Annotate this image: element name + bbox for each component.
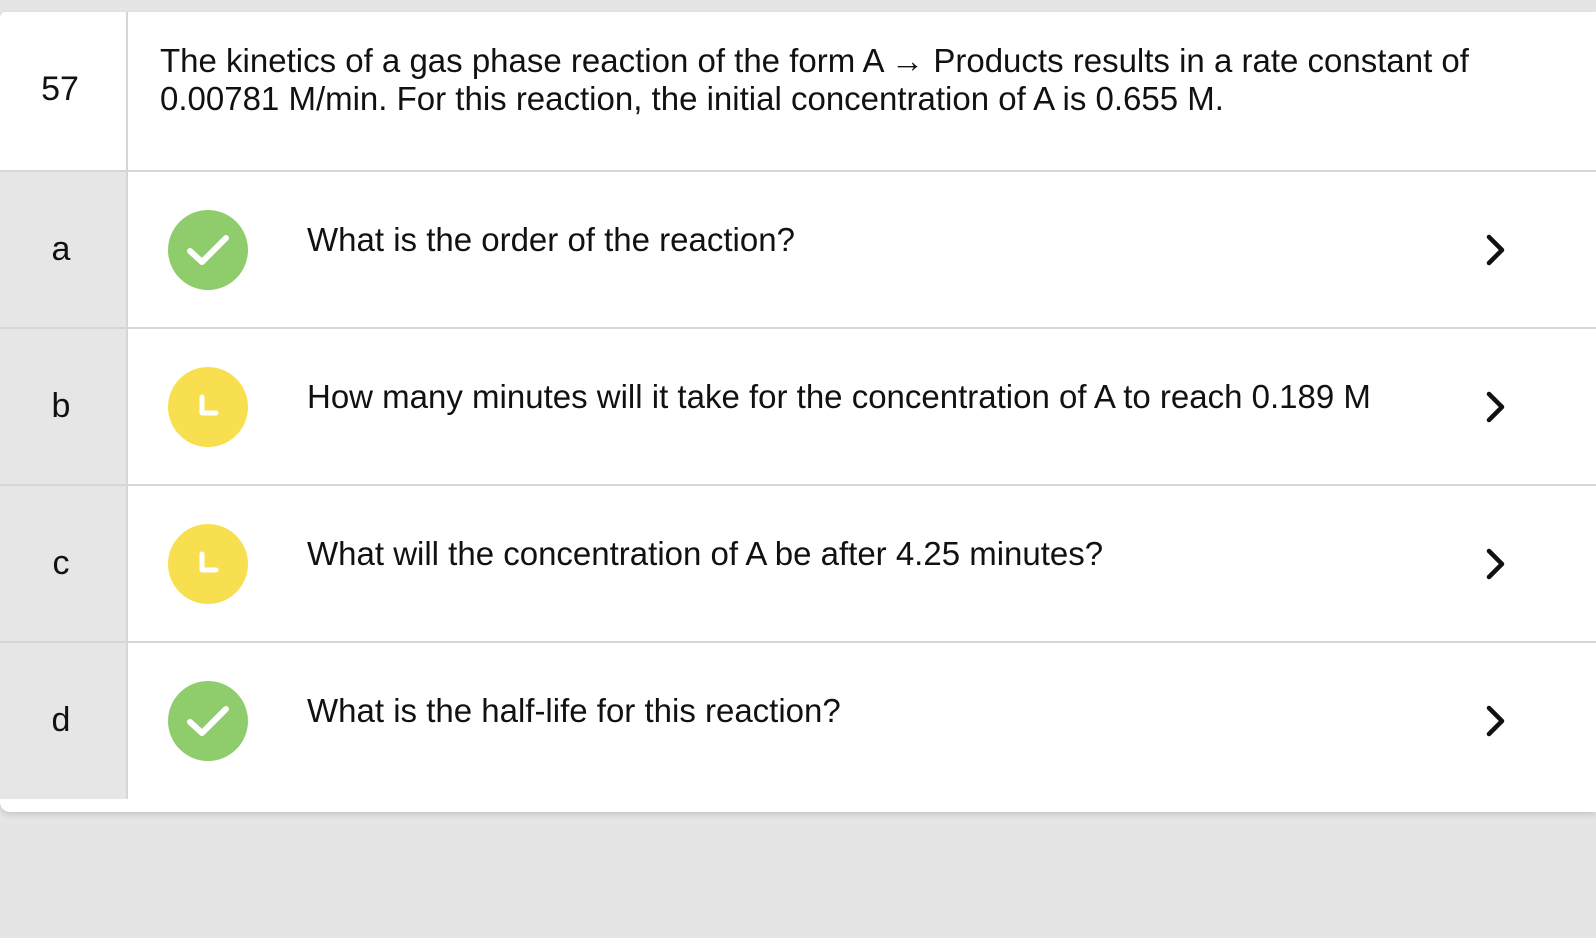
part-content: What is the order of the reaction? [128,172,1596,327]
chevron-right-icon[interactable] [1476,699,1516,743]
checkmark-icon [168,210,248,290]
part-question-text: How many minutes will it take for the co… [307,378,1371,415]
part-question-text: What is the half-life for this reaction? [307,692,841,729]
part-row-c[interactable]: c What will the concentration of A be af… [0,486,1596,643]
part-row-d[interactable]: d What is the half-life for this reactio… [0,643,1596,799]
clock-icon [168,367,248,447]
part-content: What will the concentration of A be afte… [128,486,1596,641]
question-card: 57 The kinetics of a gas phase reaction … [0,12,1596,812]
question-number: 57 [41,70,79,108]
part-letter: b [51,387,71,425]
checkmark-icon [168,681,248,761]
part-letter-cell: d [0,643,128,799]
part-row-b[interactable]: b How many minutes will it take for the … [0,329,1596,486]
question-number-cell: 57 [0,12,128,170]
question-header-row: 57 The kinetics of a gas phase reaction … [0,12,1596,172]
part-content: What is the half-life for this reaction? [128,643,1596,799]
chevron-right-icon[interactable] [1476,385,1516,429]
chevron-right-icon[interactable] [1476,542,1516,586]
chevron-right-icon[interactable] [1476,228,1516,272]
part-content: How many minutes will it take for the co… [128,329,1596,484]
part-letter: d [51,701,71,739]
clock-icon [168,524,248,604]
part-question-text: What is the order of the reaction? [307,221,795,258]
part-row-a[interactable]: a What is the order of the reaction? [0,172,1596,329]
part-letter-cell: c [0,486,128,641]
part-letter: a [51,230,71,268]
question-prompt: The kinetics of a gas phase reaction of … [160,42,1469,117]
part-letter-cell: b [0,329,128,484]
part-letter-cell: a [0,172,128,327]
part-question-text: What will the concentration of A be afte… [307,535,1104,572]
part-letter: c [52,544,70,582]
question-prompt-cell: The kinetics of a gas phase reaction of … [128,12,1596,170]
